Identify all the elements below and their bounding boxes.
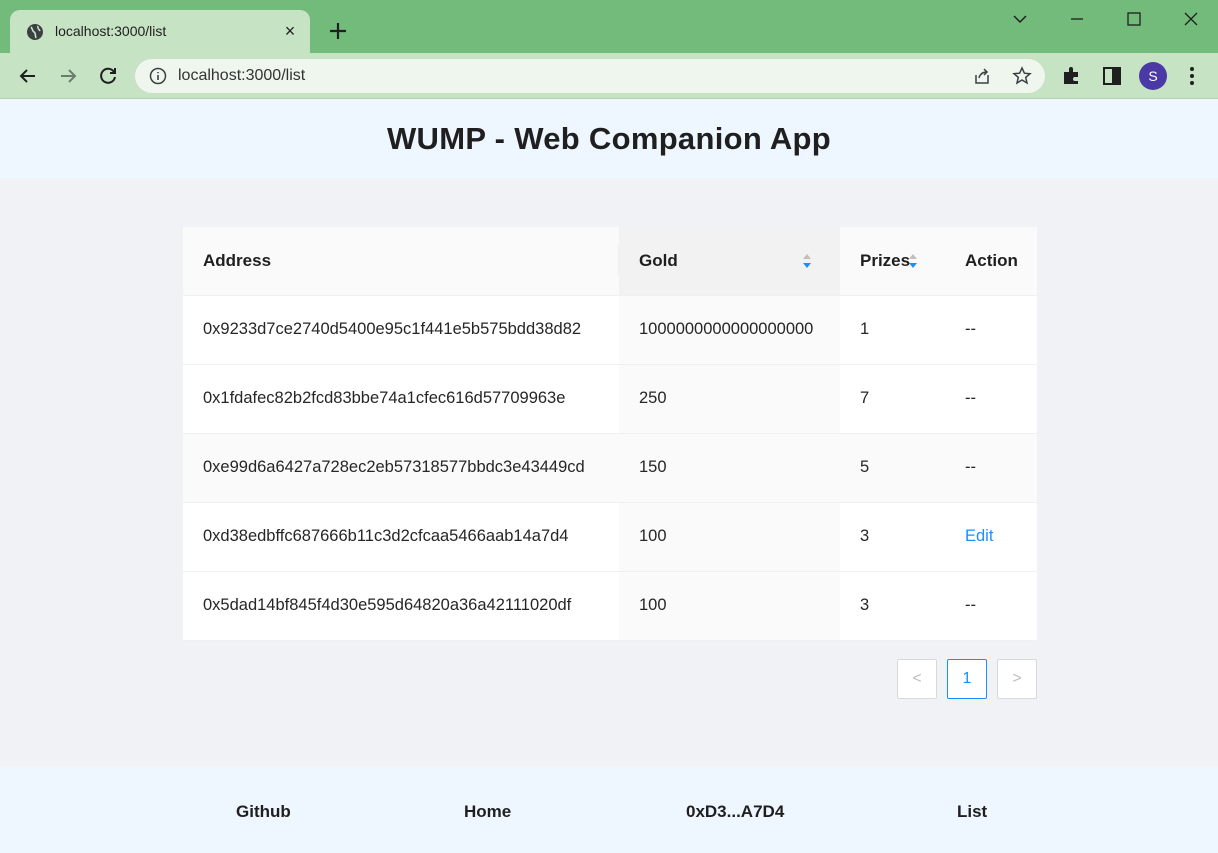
prizes-cell: 7 bbox=[840, 364, 945, 434]
sort-icon[interactable] bbox=[801, 252, 813, 270]
column-header-address: Address bbox=[183, 227, 619, 296]
address-cell: 0x5dad14bf845f4d30e595d64820a36a42111020… bbox=[183, 571, 619, 641]
footer-nav: Github Home 0xD3...A7D4 List bbox=[0, 767, 1218, 853]
prizes-cell: 3 bbox=[840, 502, 945, 572]
browser-toolbar: localhost:3000/list S bbox=[0, 53, 1218, 99]
prizes-cell: 1 bbox=[840, 295, 945, 365]
plus-icon[interactable] bbox=[326, 19, 350, 43]
address-cell: 0x1fdafec82b2fcd83bbe74a1cfec616d5770996… bbox=[183, 364, 619, 434]
table-row: 0x9233d7ce2740d5400e95c1f441e5b575bdd38d… bbox=[183, 295, 1037, 365]
gold-cell: 150 bbox=[619, 433, 840, 503]
table-row: 0x1fdafec82b2fcd83bbe74a1cfec616d5770996… bbox=[183, 364, 1037, 434]
forward-icon[interactable] bbox=[55, 63, 81, 89]
column-header-action: Action bbox=[945, 227, 1037, 296]
column-header-action-label: Action bbox=[965, 250, 1018, 270]
footer-link-home[interactable]: Home bbox=[464, 802, 511, 822]
reload-icon[interactable] bbox=[95, 63, 121, 89]
prizes-cell: 5 bbox=[840, 433, 945, 503]
table-row: 0xe99d6a6427a728ec2eb57318577bbdc3e43449… bbox=[183, 433, 1037, 503]
footer-link-github[interactable]: Github bbox=[236, 802, 291, 822]
gold-cell: 250 bbox=[619, 364, 840, 434]
more-icon[interactable] bbox=[1179, 63, 1205, 89]
previous-page-button[interactable]: < bbox=[897, 659, 937, 699]
column-header-gold-label: Gold bbox=[639, 250, 678, 270]
table-row: 0x5dad14bf845f4d30e595d64820a36a42111020… bbox=[183, 571, 1037, 641]
chevron-down-icon[interactable] bbox=[1008, 8, 1032, 30]
page-1-button[interactable]: 1 bbox=[947, 659, 987, 699]
browser-tab-strip: localhost:3000/list × bbox=[0, 0, 1218, 53]
action-cell: Edit bbox=[945, 502, 1037, 572]
info-icon[interactable] bbox=[149, 67, 167, 85]
close-icon[interactable]: × bbox=[280, 21, 300, 41]
app-header: WUMP - Web Companion App bbox=[0, 99, 1218, 179]
profile-avatar[interactable]: S bbox=[1139, 62, 1167, 90]
action-cell: -- bbox=[945, 433, 1037, 503]
gold-cell: 100 bbox=[619, 502, 840, 572]
table-header-row: Address Gold Prizes Action bbox=[183, 227, 1037, 296]
table-row: 0xd38edbffc687666b11c3d2cfcaa5466aab14a7… bbox=[183, 502, 1037, 572]
tab-title: localhost:3000/list bbox=[55, 23, 167, 39]
close-window-icon[interactable] bbox=[1179, 8, 1203, 30]
star-icon[interactable] bbox=[1012, 66, 1032, 86]
globe-icon bbox=[27, 24, 43, 40]
gold-cell: 100 bbox=[619, 571, 840, 641]
edit-link[interactable]: Edit bbox=[965, 527, 993, 545]
action-cell: -- bbox=[945, 295, 1037, 365]
address-text[interactable]: localhost:3000/list bbox=[178, 67, 305, 85]
prizes-cell: 3 bbox=[840, 571, 945, 641]
back-icon[interactable] bbox=[15, 63, 41, 89]
side-panel-icon[interactable] bbox=[1099, 63, 1125, 89]
next-page-button[interactable]: > bbox=[997, 659, 1037, 699]
footer-link-list[interactable]: List bbox=[957, 802, 987, 822]
address-cell: 0xd38edbffc687666b11c3d2cfcaa5466aab14a7… bbox=[183, 502, 619, 572]
extensions-icon[interactable] bbox=[1059, 63, 1085, 89]
address-bar[interactable]: localhost:3000/list bbox=[135, 59, 1045, 93]
action-cell: -- bbox=[945, 364, 1037, 434]
column-header-prizes-label: Prizes bbox=[860, 250, 911, 270]
players-table: Address Gold Prizes Action 0x9233d7ce274… bbox=[183, 227, 1037, 641]
minimize-icon[interactable] bbox=[1065, 8, 1089, 30]
browser-tab[interactable]: localhost:3000/list × bbox=[10, 10, 310, 53]
share-icon[interactable] bbox=[972, 66, 992, 86]
address-cell: 0x9233d7ce2740d5400e95c1f441e5b575bdd38d… bbox=[183, 295, 619, 365]
column-header-gold[interactable]: Gold bbox=[619, 227, 840, 296]
page-title: WUMP - Web Companion App bbox=[386, 121, 832, 156]
action-cell: -- bbox=[945, 571, 1037, 641]
footer-link-account[interactable]: 0xD3...A7D4 bbox=[686, 802, 784, 822]
sort-icon[interactable] bbox=[907, 252, 919, 270]
maximize-icon[interactable] bbox=[1122, 8, 1146, 30]
column-header-address-label: Address bbox=[203, 250, 272, 270]
column-header-prizes[interactable]: Prizes bbox=[840, 227, 945, 296]
address-cell: 0xe99d6a6427a728ec2eb57318577bbdc3e43449… bbox=[183, 433, 619, 503]
gold-cell: 1000000000000000000 bbox=[619, 295, 840, 365]
